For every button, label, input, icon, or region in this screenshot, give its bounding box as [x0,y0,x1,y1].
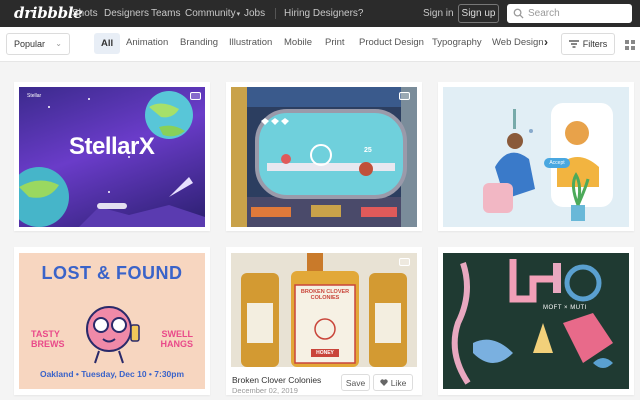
nav-designers[interactable]: Designers [104,8,149,19]
shot-thumbnail[interactable]: BROKEN CLOVER COLONIES HONEY [231,253,417,367]
pattern-illustration [451,259,613,385]
poster-left-text: TASTY BREWS [31,329,65,349]
shot-card-stellarx[interactable]: Stellar StellarX [14,82,210,231]
nav-divider [275,8,276,19]
shot-thumbnail[interactable]: Stellar StellarX [19,87,205,227]
poster-right-text: SWELL HANGS [160,329,193,349]
nav-community-label: Community [185,8,236,19]
shot-thumbnail[interactable]: LOST & FOUND TASTY BREWS SWELL HANGS Oak… [19,253,205,389]
gif-badge-icon [399,258,410,266]
people-illustration [483,103,613,221]
bottle-honey-text: HONEY [316,350,334,356]
category-animation[interactable]: Animation [126,37,168,48]
nav-shots[interactable]: Shots [72,8,98,19]
shot-card-space-runner[interactable]: 25 [226,82,422,231]
like-button[interactable]: Like [373,374,413,391]
sign-in-link[interactable]: Sign in [423,8,454,19]
accept-button: Accept [544,158,570,168]
shot-card-moft-muti[interactable]: MOFT × MUTI [438,247,634,395]
shot-thumbnail[interactable]: Accept [443,87,629,227]
chevron-right-icon[interactable]: › [544,35,548,49]
filters-label: Filters [582,39,608,49]
game-illustration [231,87,417,227]
search-icon [513,8,524,19]
shot-score: 25 [364,147,372,154]
category-branding[interactable]: Branding [180,37,218,48]
chevron-down-icon: ⌄ [55,39,62,48]
shot-date: December 02, 2019 [232,386,298,395]
save-button[interactable]: Save [341,374,370,391]
search-input[interactable] [528,8,628,19]
sort-select-value: Popular [14,39,46,49]
nav-jobs[interactable]: Jobs [244,8,265,19]
bottle-label-text: BROKEN CLOVER COLONIES [300,289,350,301]
search-box [507,4,632,23]
shot-card-broken-clover[interactable]: BROKEN CLOVER COLONIES HONEY [226,247,422,395]
category-product-design[interactable]: Product Design [359,37,424,48]
nav-community[interactable]: Community▾ [185,8,240,19]
category-web-design[interactable]: Web Design [492,37,544,48]
nav-hiring-designers[interactable]: Hiring Designers? [284,8,363,19]
category-print[interactable]: Print [325,37,345,48]
heart-icon [380,379,388,386]
nav-teams[interactable]: Teams [151,8,180,19]
sort-select[interactable]: Popular ⌄ [6,33,70,55]
category-typography[interactable]: Typography [432,37,482,48]
filter-icon [568,40,579,48]
sign-up-button[interactable]: Sign up [458,4,499,23]
filter-bar: Popular ⌄ All Animation Branding Illustr… [0,27,640,62]
shot-thumbnail[interactable]: 25 [231,87,417,227]
poster-footer: Oakland • Tuesday, Dec 10 • 7:30pm [39,369,185,379]
top-nav: dribbble Shots Designers Teams Community… [0,0,640,27]
chevron-down-icon: ▾ [236,11,241,18]
gif-badge-icon [399,92,410,100]
category-mobile[interactable]: Mobile [284,37,312,48]
category-illustration[interactable]: Illustration [229,37,272,48]
filters-button[interactable]: Filters [561,33,615,55]
grid-view-icon[interactable] [625,40,635,50]
brand-label: MOFT × MUTI [543,305,587,311]
category-all[interactable]: All [94,33,121,54]
shot-mini-logo: Stellar [27,93,42,99]
shot-thumbnail[interactable]: MOFT × MUTI [443,253,629,389]
gif-badge-icon [190,92,201,100]
shot-card-accept-illustration[interactable]: Accept [438,82,634,231]
shot-card-lost-and-found[interactable]: LOST & FOUND TASTY BREWS SWELL HANGS Oak… [14,247,210,395]
shot-headline: StellarX [69,133,155,160]
like-label: Like [390,377,407,388]
shot-title[interactable]: Broken Clover Colonies [232,375,321,385]
